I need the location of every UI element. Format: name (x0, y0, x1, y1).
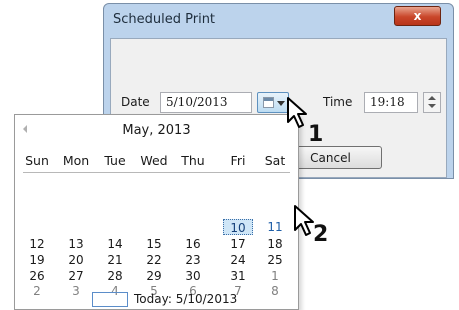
dialog-title: Scheduled Print (113, 12, 216, 27)
today-marker-icon (92, 292, 128, 307)
weekday-sun: Sun (25, 153, 49, 168)
calendar-day[interactable]: 26 (22, 268, 52, 284)
calendar-day-next-month[interactable]: 2 (22, 283, 52, 299)
calendar-day[interactable]: 12 (22, 236, 52, 252)
calendar-day[interactable]: 23 (178, 252, 208, 268)
calendar-day[interactable]: 29 (139, 268, 169, 284)
calendar-popup: May, 2013 Sun Mon Tue Wed Thu Fri Sat 10… (14, 114, 299, 310)
weekday-thu: Thu (181, 153, 205, 168)
calendar-day[interactable]: 20 (61, 252, 91, 268)
close-icon: x (413, 9, 422, 23)
time-spinner[interactable] (423, 92, 441, 113)
calendar-day[interactable]: 17 (223, 236, 253, 252)
weekday-mon: Mon (62, 153, 90, 168)
calendar-day[interactable]: 21 (100, 252, 130, 268)
callout-number-2: 2 (313, 222, 329, 247)
calendar-day[interactable]: 15 (139, 236, 169, 252)
title-bar: Scheduled Print x (104, 4, 453, 38)
calendar-day[interactable]: 18 (260, 236, 290, 252)
cancel-button-label: Cancel (310, 150, 351, 165)
calendar-icon (263, 97, 274, 108)
mouse-pointer-icon (287, 97, 307, 128)
chevron-down-icon (277, 101, 285, 106)
calendar-day[interactable]: 30 (178, 268, 208, 284)
calendar-day[interactable]: 14 (100, 236, 130, 252)
calendar-day[interactable]: 25 (260, 252, 290, 268)
spin-down-icon[interactable] (428, 104, 436, 108)
weekday-fri: Fri (230, 153, 246, 168)
calendar-day-next-month[interactable]: 3 (61, 283, 91, 299)
calendar-day-selected[interactable]: 10 (223, 219, 253, 235)
callout-number-1: 1 (308, 122, 324, 147)
calendar-day[interactable]: 19 (22, 252, 52, 268)
weekday-header: Sun Mon Tue Wed Thu Fri Sat (15, 153, 298, 171)
time-field[interactable]: 19:18 (364, 92, 418, 113)
today-link[interactable]: Today: 5/10/2013 (134, 292, 237, 306)
calendar-day[interactable]: 24 (223, 252, 253, 268)
calendar-day-next-month[interactable]: 8 (260, 283, 290, 299)
spin-up-icon[interactable] (428, 96, 436, 100)
weekday-tue: Tue (104, 153, 126, 168)
calendar-day[interactable]: 16 (178, 236, 208, 252)
weekday-wed: Wed (140, 153, 168, 168)
weekday-sat: Sat (264, 153, 286, 168)
calendar-day-next-month[interactable]: 1 (260, 268, 290, 284)
calendar-day[interactable]: 22 (139, 252, 169, 268)
calendar-day[interactable]: 27 (61, 268, 91, 284)
calendar-day[interactable]: 11 (260, 219, 290, 235)
calendar-month-title[interactable]: May, 2013 (15, 123, 298, 138)
calendar-day[interactable]: 28 (100, 268, 130, 284)
time-label: Time (323, 95, 353, 109)
close-button[interactable]: x (394, 6, 441, 26)
calendar-dropdown-button[interactable] (257, 92, 289, 113)
calendar-day[interactable]: 13 (61, 236, 91, 252)
calendar-day[interactable]: 31 (223, 268, 253, 284)
calendar-divider (23, 172, 290, 173)
date-label: Date (121, 95, 150, 109)
date-field[interactable]: 5/10/2013 (160, 92, 252, 113)
